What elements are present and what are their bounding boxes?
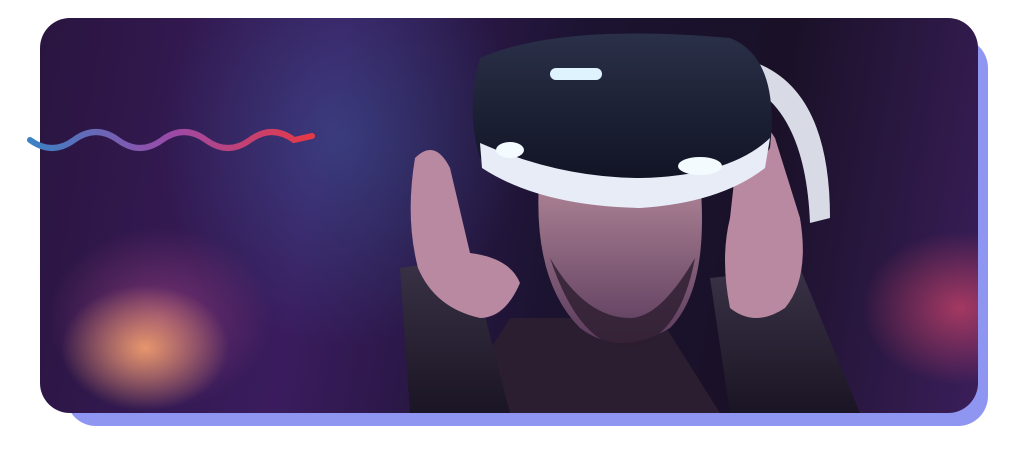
decorative-wave-line	[27, 129, 315, 151]
hero-photo	[40, 18, 978, 413]
vr-headset-person-icon	[400, 33, 860, 413]
